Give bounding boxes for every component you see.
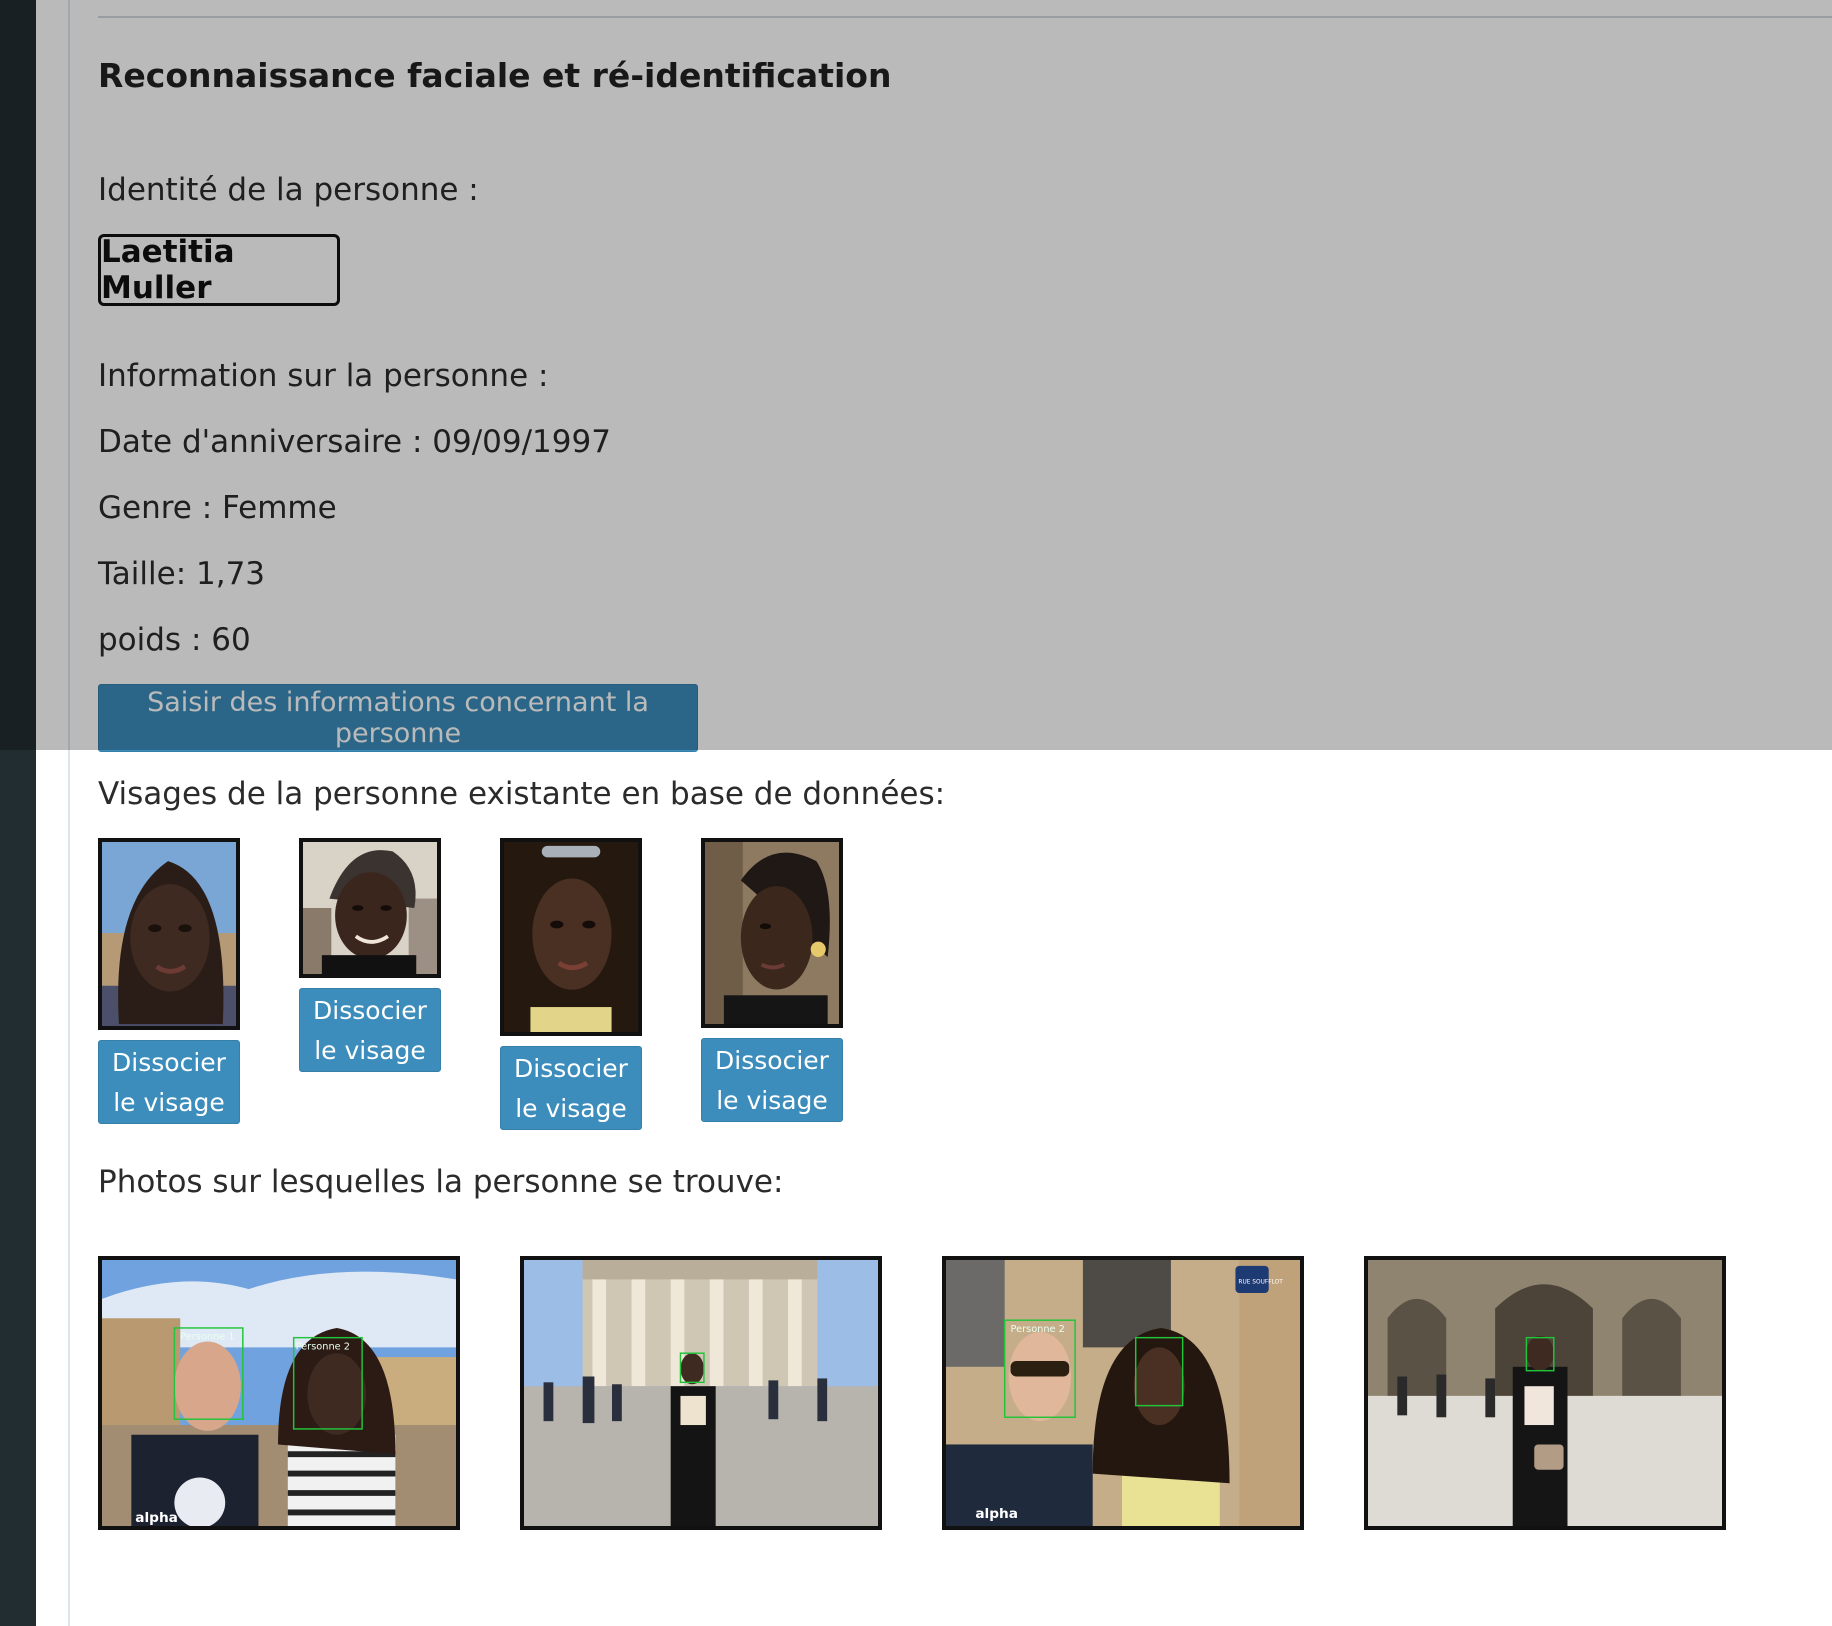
photo-thumbnail[interactable] [520,1256,882,1530]
photo-thumbnail[interactable] [1364,1256,1726,1530]
dissociate-face-button[interactable]: Dissocier le visage [98,1040,240,1124]
face-tag: Personne 2 [1011,1324,1065,1335]
hoodie-logo-text: alpha [135,1510,178,1526]
face-tag: Personne 1 [180,1332,234,1343]
hoodie-logo-text: alpha [975,1506,1018,1522]
street-sign: RUE SOUFFLOT [1238,1279,1283,1285]
button-line: le visage [113,1088,225,1117]
sidebar [0,0,36,1626]
page-title: Reconnaissance faciale et ré-identificat… [98,56,892,95]
button-line: Dissocier [112,1048,226,1077]
button-line: le visage [314,1036,426,1065]
button-line: le visage [716,1086,828,1115]
button-line: Dissocier [715,1046,829,1075]
info-gender: Genre : Femme [98,490,337,526]
faces-label: Visages de la personne existante en base… [98,776,946,812]
content-rail [36,0,70,1626]
info-height: Taille: 1,73 [98,556,266,592]
edit-person-info-button[interactable]: Saisir des informations concernant la pe… [98,684,698,752]
info-label: Information sur la personne : [98,358,549,394]
face-tag: Personne 2 [296,1341,350,1352]
photo-thumbnail[interactable]: Personne 1 Personne 2 alpha [98,1256,460,1530]
photo-thumbnail[interactable]: RUE SOUFFLOT Personne 2 alpha [942,1256,1304,1530]
dissociate-face-button[interactable]: Dissocier le visage [500,1046,642,1130]
face-thumbnail[interactable] [299,838,441,978]
button-line: Dissocier [313,996,427,1025]
face-thumbnail[interactable] [98,838,240,1030]
info-birthday: Date d'anniversaire : 09/09/1997 [98,424,611,460]
photos-label: Photos sur lesquelles la personne se tro… [98,1164,784,1200]
identity-label: Identité de la personne : [98,172,479,208]
dissociate-face-button[interactable]: Dissocier le visage [299,988,441,1072]
header-divider [98,16,1832,18]
button-line: le visage [515,1094,627,1123]
face-thumbnail[interactable] [500,838,642,1036]
identity-name-box: Laetitia Muller [98,234,340,306]
button-line: Dissocier [514,1054,628,1083]
face-thumbnail[interactable] [701,838,843,1028]
info-weight: poids : 60 [98,622,251,658]
dissociate-face-button[interactable]: Dissocier le visage [701,1038,843,1122]
